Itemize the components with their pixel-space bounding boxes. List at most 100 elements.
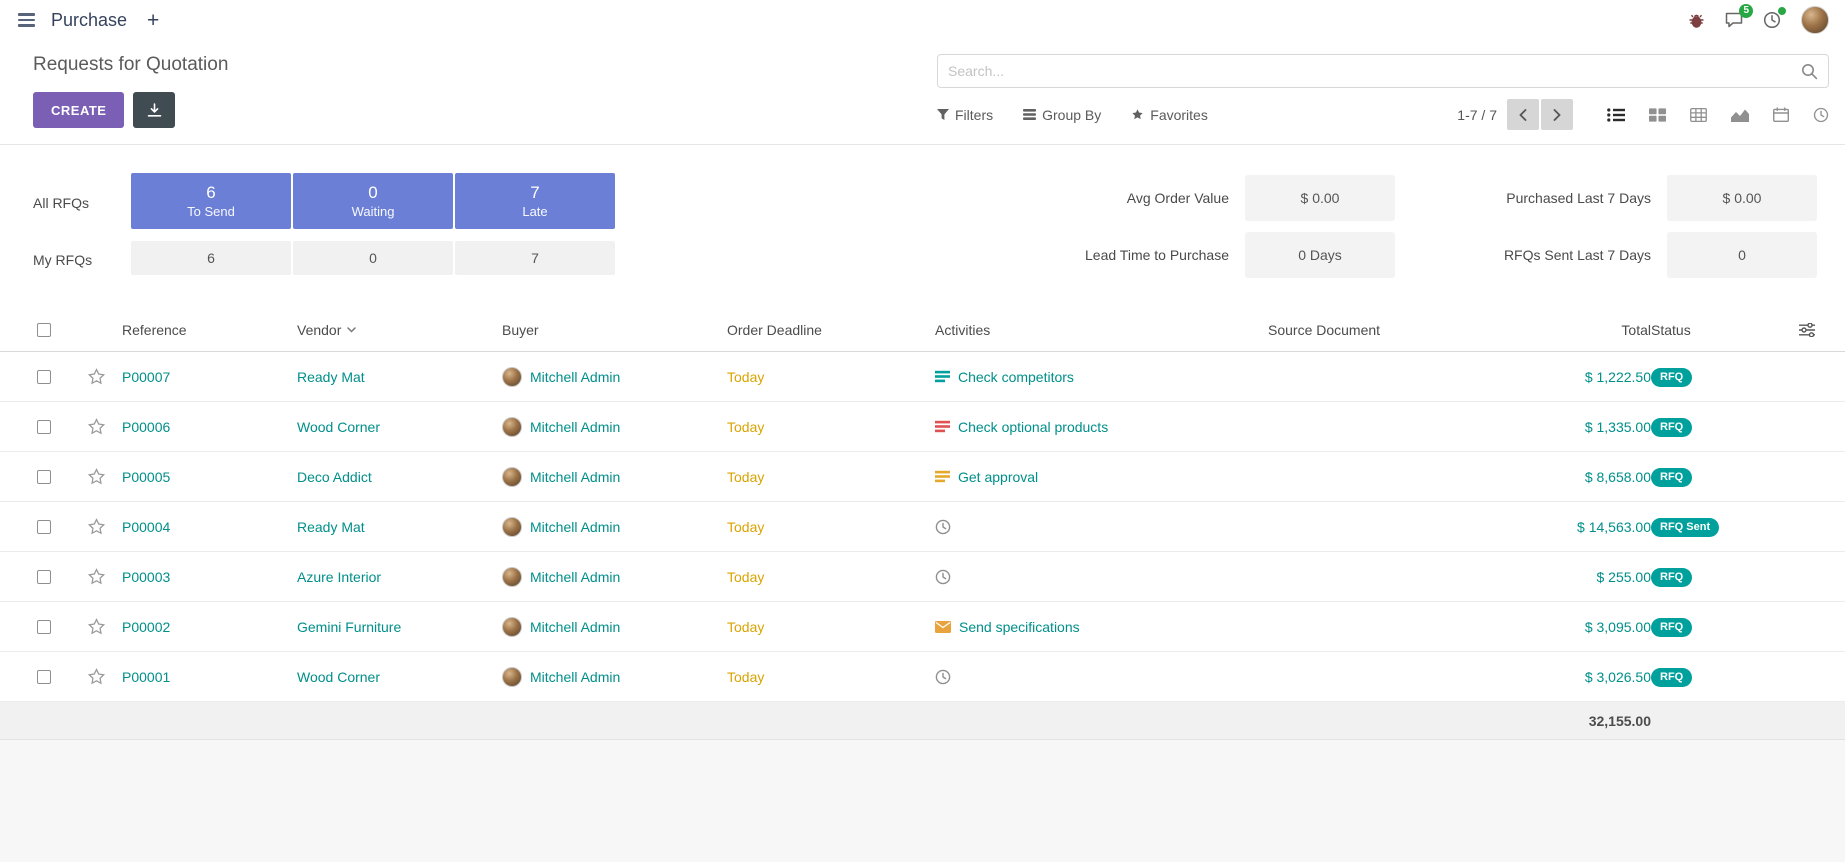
app-name[interactable]: Purchase	[51, 10, 127, 31]
order-deadline: Today	[727, 669, 935, 685]
header-activities[interactable]: Activities	[935, 322, 1268, 338]
reference-link[interactable]: P00001	[122, 669, 297, 685]
table-row[interactable]: P00007 Ready Mat Mitchell Admin Today Ch…	[0, 352, 1845, 402]
activity-cell[interactable]: Get approval	[935, 469, 1268, 485]
favorite-star-icon[interactable]	[70, 567, 122, 586]
vendor-link[interactable]: Wood Corner	[297, 669, 502, 685]
filters-button[interactable]: Filters	[937, 107, 993, 123]
row-checkbox[interactable]	[37, 520, 51, 534]
my-to-send-count[interactable]: 6	[131, 241, 291, 275]
activity-cell[interactable]	[935, 669, 1268, 685]
search-input[interactable]	[938, 55, 1828, 87]
graph-view-icon[interactable]	[1731, 108, 1749, 122]
header-reference[interactable]: Reference	[122, 322, 297, 338]
favorite-star-icon[interactable]	[70, 367, 122, 386]
search-icon[interactable]	[1801, 63, 1818, 80]
reference-link[interactable]: P00007	[122, 369, 297, 385]
favorite-star-icon[interactable]	[70, 667, 122, 686]
debug-bug-icon[interactable]	[1688, 12, 1705, 29]
table-row[interactable]: P00004 Ready Mat Mitchell Admin Today $ …	[0, 502, 1845, 552]
favorite-star-icon[interactable]	[70, 417, 122, 436]
my-rfqs-label: My RFQs	[33, 241, 129, 278]
card-to-send[interactable]: 6 To Send	[131, 173, 291, 229]
header-vendor[interactable]: Vendor	[297, 322, 502, 338]
vendor-link[interactable]: Ready Mat	[297, 519, 502, 535]
avg-order-value: $ 0.00	[1245, 175, 1395, 221]
calendar-view-icon[interactable]	[1773, 107, 1789, 122]
rfqs-sent-last-7-days-value: 0	[1667, 232, 1817, 278]
card-waiting[interactable]: 0 Waiting	[293, 173, 453, 229]
activity-cell[interactable]: Send specifications	[935, 619, 1268, 635]
envelope-icon	[935, 621, 951, 633]
group-by-button[interactable]: Group By	[1023, 107, 1101, 123]
list-view-icon[interactable]	[1607, 108, 1625, 122]
buyer-name[interactable]: Mitchell Admin	[530, 619, 620, 635]
buyer-name[interactable]: Mitchell Admin	[530, 569, 620, 585]
reference-link[interactable]: P00006	[122, 419, 297, 435]
pivot-view-icon[interactable]	[1690, 108, 1707, 122]
lead-time-label: Lead Time to Purchase	[1054, 232, 1229, 278]
favorite-star-icon[interactable]	[70, 617, 122, 636]
favorites-button[interactable]: Favorites	[1131, 107, 1208, 123]
total-amount: $ 8,658.00	[1461, 469, 1651, 485]
reference-link[interactable]: P00002	[122, 619, 297, 635]
select-all-checkbox[interactable]	[37, 323, 51, 337]
apps-menu-icon[interactable]	[16, 9, 37, 31]
header-status[interactable]: Status	[1651, 322, 1779, 338]
table-row[interactable]: P00003 Azure Interior Mitchell Admin Tod…	[0, 552, 1845, 602]
header-order-deadline[interactable]: Order Deadline	[727, 322, 935, 338]
row-checkbox[interactable]	[37, 470, 51, 484]
activity-cell[interactable]: Check optional products	[935, 419, 1268, 435]
pager-next-button[interactable]	[1541, 99, 1573, 130]
header-buyer[interactable]: Buyer	[502, 322, 727, 338]
header-total[interactable]: Total	[1461, 322, 1651, 338]
reference-link[interactable]: P00004	[122, 519, 297, 535]
export-download-button[interactable]	[133, 92, 175, 128]
row-checkbox[interactable]	[37, 570, 51, 584]
buyer-name[interactable]: Mitchell Admin	[530, 519, 620, 535]
favorite-star-icon[interactable]	[70, 517, 122, 536]
vendor-link[interactable]: Ready Mat	[297, 369, 502, 385]
buyer-name[interactable]: Mitchell Admin	[530, 419, 620, 435]
row-checkbox[interactable]	[37, 620, 51, 634]
table-row[interactable]: P00006 Wood Corner Mitchell Admin Today …	[0, 402, 1845, 452]
waiting-count: 0	[368, 183, 377, 203]
reference-link[interactable]: P00005	[122, 469, 297, 485]
to-send-label: To Send	[187, 204, 235, 219]
user-avatar[interactable]	[1801, 6, 1829, 34]
my-late-count[interactable]: 7	[455, 241, 615, 275]
vendor-link[interactable]: Azure Interior	[297, 569, 502, 585]
plus-icon[interactable]: +	[147, 10, 159, 31]
kanban-view-icon[interactable]	[1649, 108, 1666, 122]
status-badge: RFQ Sent	[1651, 518, 1719, 537]
row-checkbox[interactable]	[37, 670, 51, 684]
buyer-name[interactable]: Mitchell Admin	[530, 669, 620, 685]
activity-cell[interactable]	[935, 569, 1268, 585]
activities-clock-icon[interactable]	[1763, 11, 1781, 29]
activity-view-icon[interactable]	[1813, 107, 1829, 123]
row-checkbox[interactable]	[37, 370, 51, 384]
pager-previous-button[interactable]	[1507, 99, 1539, 130]
optional-columns-icon[interactable]	[1779, 323, 1835, 337]
row-checkbox[interactable]	[37, 420, 51, 434]
create-button[interactable]: CREATE	[33, 92, 124, 128]
table-row[interactable]: P00002 Gemini Furniture Mitchell Admin T…	[0, 602, 1845, 652]
buyer-cell: Mitchell Admin	[502, 417, 727, 437]
header-source-document[interactable]: Source Document	[1268, 322, 1461, 338]
messages-icon[interactable]: 5	[1725, 12, 1743, 28]
activity-cell[interactable]: Check competitors	[935, 369, 1268, 385]
vendor-link[interactable]: Wood Corner	[297, 419, 502, 435]
table-row[interactable]: P00005 Deco Addict Mitchell Admin Today …	[0, 452, 1845, 502]
my-waiting-count[interactable]: 0	[293, 241, 453, 275]
buyer-cell: Mitchell Admin	[502, 467, 727, 487]
reference-link[interactable]: P00003	[122, 569, 297, 585]
purchase-dashboard: All RFQs 6 To Send 0 Waiting 7 Late My R…	[0, 145, 1845, 308]
buyer-name[interactable]: Mitchell Admin	[530, 369, 620, 385]
activity-cell[interactable]	[935, 519, 1268, 535]
buyer-name[interactable]: Mitchell Admin	[530, 469, 620, 485]
card-late[interactable]: 7 Late	[455, 173, 615, 229]
vendor-link[interactable]: Gemini Furniture	[297, 619, 502, 635]
favorite-star-icon[interactable]	[70, 467, 122, 486]
vendor-link[interactable]: Deco Addict	[297, 469, 502, 485]
table-row[interactable]: P00001 Wood Corner Mitchell Admin Today …	[0, 652, 1845, 702]
